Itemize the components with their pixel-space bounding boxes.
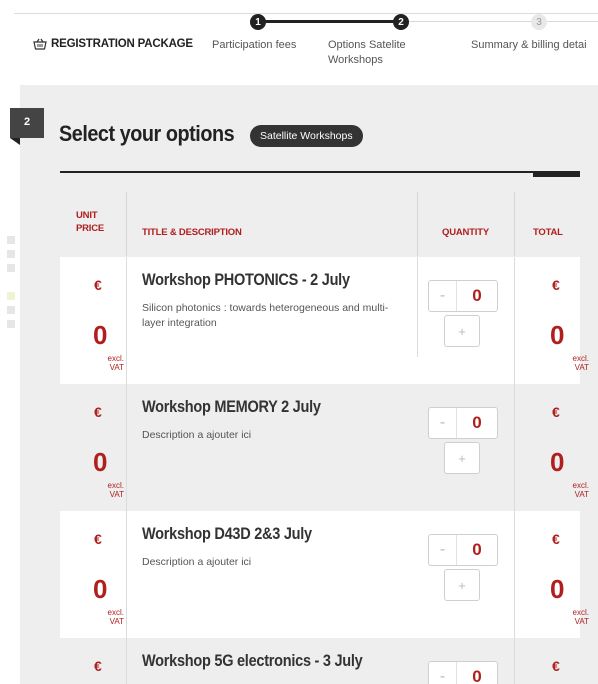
column-divider xyxy=(126,511,127,638)
workshop-title: Workshop D43D 2&3 July xyxy=(142,525,312,543)
column-divider xyxy=(417,257,418,357)
step-1-marker[interactable]: 1 xyxy=(250,14,266,30)
header-quantity: QUANTITY xyxy=(442,227,489,238)
workshop-description: Description a ajouter ici xyxy=(142,429,252,441)
column-divider xyxy=(126,257,127,384)
quantity-stepper: - 0 xyxy=(428,534,498,566)
quantity-decrement-button[interactable]: - xyxy=(429,535,457,565)
workshop-description: Silicon photonics : towards heterogeneou… xyxy=(142,302,389,329)
step-3-label[interactable]: Summary & billing detai xyxy=(471,38,587,53)
brand-label: REGISTRATION PACKAGE xyxy=(51,38,193,50)
total-currency: € xyxy=(552,404,560,420)
registration-package-link[interactable]: REGISTRATION PACKAGE xyxy=(33,38,193,50)
column-divider xyxy=(514,192,515,256)
gutter-marker xyxy=(7,292,15,300)
title-underline-accent xyxy=(533,171,580,177)
quantity-stepper: - 0 xyxy=(428,661,498,684)
total-vat-note: excl. VAT xyxy=(572,608,589,626)
gutter-marker xyxy=(7,320,15,328)
total-currency: € xyxy=(552,277,560,293)
satellite-workshops-badge: Satellite Workshops xyxy=(250,125,363,147)
workshop-title: Workshop PHOTONICS - 2 July xyxy=(142,271,350,289)
step-2-marker[interactable]: 2 xyxy=(393,14,409,30)
total-vat-note: excl. VAT xyxy=(572,481,589,499)
header-title-description: TITLE & DESCRIPTION xyxy=(142,227,242,238)
column-divider xyxy=(514,511,515,638)
flag-fold xyxy=(10,138,20,145)
table-row: € Workshop 5G electronics - 3 July - 0 € xyxy=(60,638,580,684)
quantity-input[interactable]: 0 xyxy=(457,408,497,438)
quantity-input[interactable]: 0 xyxy=(457,662,497,684)
header-unit-price: UNIT PRICE xyxy=(76,210,105,234)
unit-price: 0 xyxy=(93,447,108,477)
quantity-input[interactable]: 0 xyxy=(457,535,497,565)
column-divider xyxy=(126,192,127,256)
workshop-title: Workshop MEMORY 2 July xyxy=(142,398,321,416)
total-price: 0 xyxy=(550,320,565,350)
table-row: € 0 excl. VAT Workshop MEMORY 2 July Des… xyxy=(60,384,589,511)
column-divider xyxy=(514,384,515,511)
stepper-progress-track xyxy=(258,20,401,23)
total-price: 0 xyxy=(550,447,565,477)
title-underline xyxy=(60,171,580,173)
total-currency: € xyxy=(552,658,560,674)
quantity-decrement-button[interactable]: - xyxy=(429,281,457,311)
unit-price: 0 xyxy=(93,320,108,350)
table-row: € 0 excl. VAT Workshop PHOTONICS - 2 Jul… xyxy=(60,257,589,384)
column-divider xyxy=(126,638,127,684)
header-total: TOTAL xyxy=(533,227,563,238)
quantity-input[interactable]: 0 xyxy=(457,281,497,311)
total-currency: € xyxy=(552,531,560,547)
quantity-increment-button[interactable]: + xyxy=(444,442,480,474)
quantity-increment-button[interactable]: + xyxy=(444,315,480,347)
stepper-remaining-track xyxy=(402,21,598,22)
unit-currency: € xyxy=(94,404,102,420)
basket-icon xyxy=(33,38,47,50)
gutter-marker xyxy=(7,250,15,258)
unit-price: 0 xyxy=(93,574,108,604)
column-divider xyxy=(417,192,418,256)
table-row: € 0 excl. VAT Workshop D43D 2&3 July Des… xyxy=(60,511,589,638)
gutter-marker xyxy=(7,236,15,244)
total-price: 0 xyxy=(550,574,565,604)
workshop-description: Description a ajouter ici xyxy=(142,556,252,568)
unit-currency: € xyxy=(94,658,102,674)
quantity-stepper: - 0 xyxy=(428,280,498,312)
gutter-marker xyxy=(7,306,15,314)
unit-currency: € xyxy=(94,531,102,547)
step-3-marker[interactable]: 3 xyxy=(531,14,547,30)
header-top-rule xyxy=(14,13,598,14)
column-divider xyxy=(514,257,515,384)
workshop-title: Workshop 5G electronics - 3 July xyxy=(142,652,363,670)
step-number-flag: 2 xyxy=(10,108,44,138)
quantity-decrement-button[interactable]: - xyxy=(429,662,457,684)
step-2-label[interactable]: Options Satelite Workshops xyxy=(328,38,420,68)
unit-vat-note: excl. VAT xyxy=(107,354,124,372)
unit-vat-note: excl. VAT xyxy=(107,608,124,626)
quantity-decrement-button[interactable]: - xyxy=(429,408,457,438)
column-divider xyxy=(126,384,127,511)
quantity-stepper: - 0 xyxy=(428,407,498,439)
column-divider xyxy=(514,638,515,684)
gutter-marker xyxy=(7,264,15,272)
panel-title: Select your options xyxy=(59,121,235,146)
unit-currency: € xyxy=(94,277,102,293)
total-vat-note: excl. VAT xyxy=(572,354,589,372)
unit-vat-note: excl. VAT xyxy=(107,481,124,499)
step-1-label[interactable]: Participation fees xyxy=(212,38,296,53)
quantity-increment-button[interactable]: + xyxy=(444,569,480,601)
